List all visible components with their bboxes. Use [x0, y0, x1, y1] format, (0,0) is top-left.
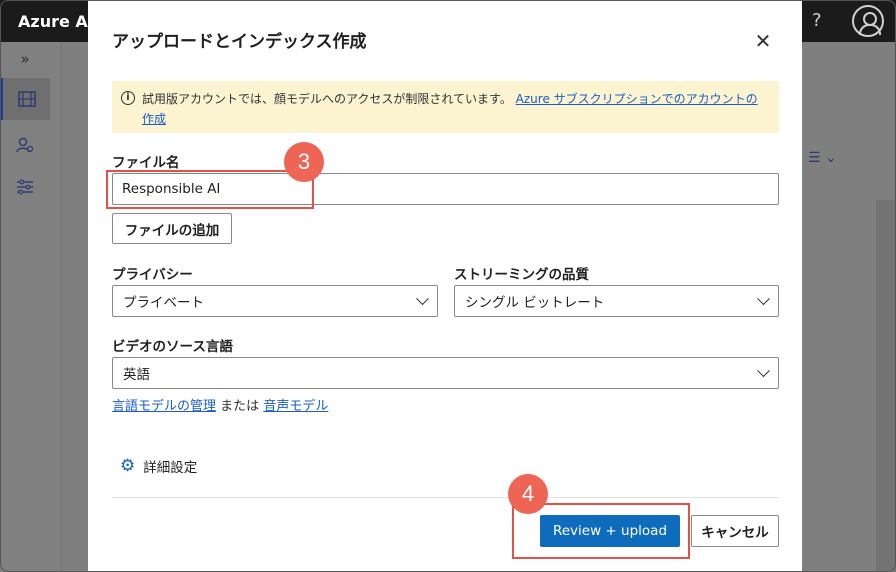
streaming-quality-selected: シングル ビットレート — [465, 295, 605, 311]
source-language-selected: 英語 — [123, 367, 150, 383]
notice-text: 試用版アカウントでは、顔モデルへのアクセスが制限されています。 — [142, 92, 512, 106]
close-icon[interactable]: ✕ — [752, 29, 774, 53]
privacy-select[interactable]: プライベート — [112, 285, 438, 317]
dialog-title: アップロードとインデックス作成 — [112, 32, 367, 52]
footer-divider — [112, 497, 779, 498]
sort-lines-icon[interactable]: ☰ ⌄ — [808, 150, 837, 166]
links-separator: または — [220, 399, 260, 414]
chevron-down-icon — [416, 292, 429, 306]
info-icon: i — [121, 91, 135, 105]
chevron-down-icon — [757, 292, 770, 306]
question-icon[interactable]: ? — [812, 10, 822, 31]
streaming-quality-select[interactable]: シングル ビットレート — [454, 285, 779, 317]
source-language-select[interactable]: 英語 — [112, 357, 779, 389]
trial-notice: i 試用版アカウントでは、顔モデルへのアクセスが制限されています。 Azure … — [112, 81, 779, 133]
sidebar: » — [0, 42, 62, 572]
film-icon — [17, 91, 36, 107]
sidebar-item-people[interactable] — [0, 124, 50, 166]
streaming-quality-label: ストリーミングの品質 — [454, 267, 589, 283]
file-name-label: ファイル名 — [112, 155, 180, 171]
manage-language-model-link[interactable]: 言語モデルの管理 — [112, 399, 216, 414]
model-links: 言語モデルの管理 または 音声モデル — [112, 395, 328, 414]
source-language-label: ビデオのソース言語 — [112, 339, 233, 355]
highlight-review-upload — [512, 503, 690, 559]
privacy-selected: プライベート — [123, 295, 204, 311]
advanced-settings-button[interactable]: ⚙ 詳細設定 — [120, 456, 197, 476]
user-avatar-icon[interactable] — [852, 5, 884, 37]
step-badge-4: 4 — [508, 474, 548, 514]
sidebar-item-filters[interactable] — [0, 166, 50, 208]
privacy-label: プライバシー — [112, 267, 193, 283]
upload-index-dialog: アップロードとインデックス作成 ✕ i 試用版アカウントでは、顔モデルへのアクセ… — [88, 0, 802, 572]
double-chevron-right-icon[interactable]: » — [0, 42, 50, 76]
sliders-icon — [17, 179, 33, 195]
add-file-button[interactable]: ファイルの追加 — [112, 213, 232, 244]
cancel-button[interactable]: キャンセル — [691, 515, 779, 547]
chevron-down-icon — [757, 364, 770, 378]
highlight-file-name — [106, 170, 314, 209]
sidebar-item-videos[interactable] — [0, 78, 50, 120]
gear-icon: ⚙ — [120, 456, 136, 476]
speech-model-link[interactable]: 音声モデル — [263, 399, 328, 414]
background-scrollbar[interactable] — [876, 200, 896, 572]
step-badge-3: 3 — [284, 142, 324, 182]
people-icon — [16, 137, 34, 153]
advanced-settings-label: 詳細設定 — [143, 460, 198, 476]
